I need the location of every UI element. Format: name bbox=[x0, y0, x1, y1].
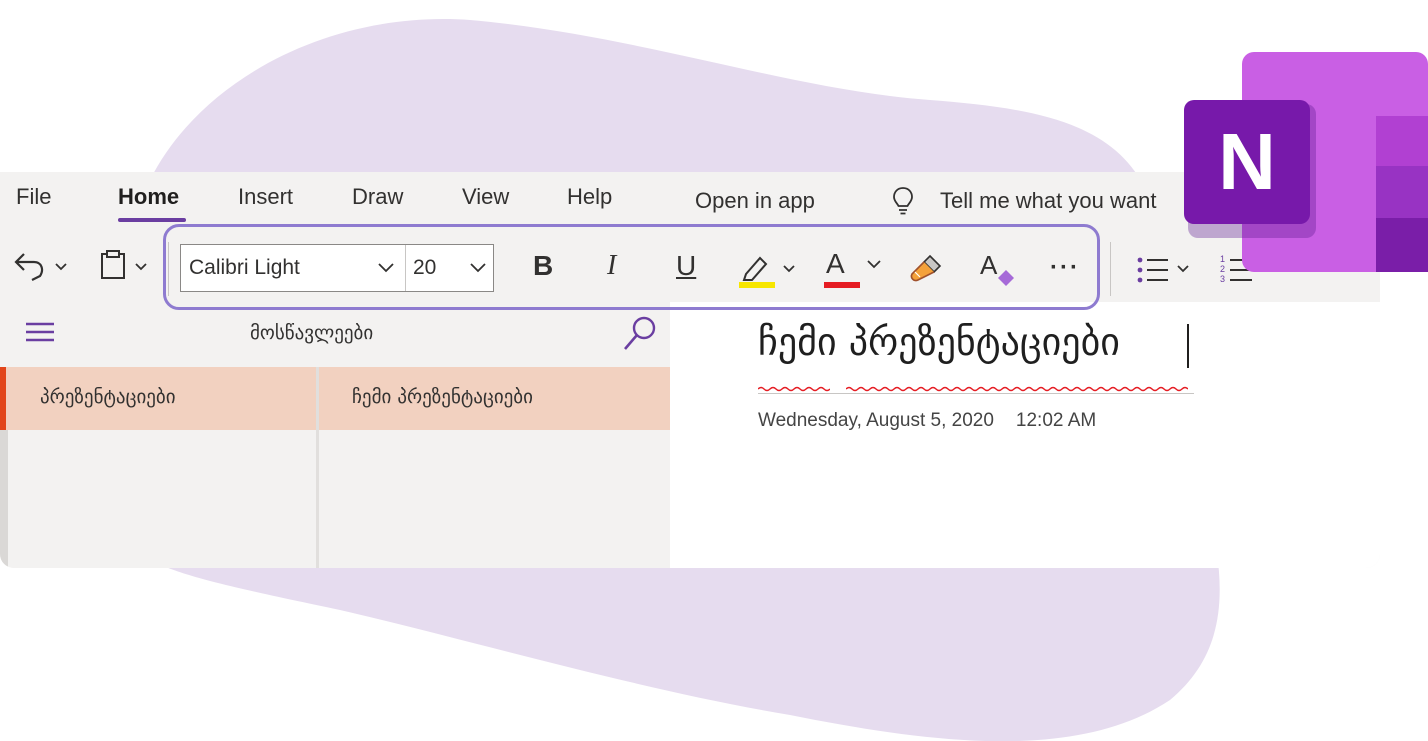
clipboard-icon[interactable] bbox=[96, 246, 158, 286]
section-color-marker bbox=[0, 367, 6, 430]
onenote-logo-letter: N bbox=[1218, 117, 1276, 206]
notebook-title[interactable]: მოსწავლეები bbox=[250, 322, 373, 344]
menu-bar: File Home Insert Draw View Help Open in … bbox=[0, 172, 1380, 228]
spellcheck-underline bbox=[758, 386, 830, 392]
active-tab-underline bbox=[118, 218, 186, 222]
onenote-window: File Home Insert Draw View Help Open in … bbox=[0, 172, 1380, 568]
toolbar-divider bbox=[1110, 242, 1111, 296]
search-icon[interactable] bbox=[620, 314, 660, 354]
menu-help[interactable]: Help bbox=[567, 184, 612, 210]
nav-header: მოსწავლეები bbox=[0, 302, 670, 366]
menu-insert[interactable]: Insert bbox=[238, 184, 293, 210]
spellcheck-underline bbox=[846, 386, 1188, 392]
open-in-app-button[interactable]: Open in app bbox=[695, 188, 815, 214]
text-caret bbox=[1187, 324, 1189, 368]
font-formatting-highlight bbox=[163, 224, 1100, 310]
page-date: Wednesday, August 5, 2020 bbox=[758, 410, 994, 431]
undo-icon[interactable] bbox=[10, 246, 70, 286]
hamburger-menu-icon[interactable] bbox=[24, 320, 56, 344]
page-label: ჩემი პრეზენტაციები bbox=[352, 386, 533, 408]
page-title[interactable]: ჩემი პრეზენტაციები bbox=[758, 320, 1120, 364]
menu-draw[interactable]: Draw bbox=[352, 184, 403, 210]
page-canvas[interactable]: ჩემი პრეზენტაციები Wednesday, August 5, … bbox=[670, 302, 1380, 568]
lightbulb-icon bbox=[893, 187, 913, 215]
tell-me-search[interactable]: Tell me what you want bbox=[940, 188, 1156, 214]
scroll-edge bbox=[0, 430, 8, 568]
title-rule bbox=[758, 393, 1194, 394]
page-timestamp: Wednesday, August 5, 2020 12:02 AM bbox=[758, 410, 1096, 432]
page-time: 12:02 AM bbox=[1015, 410, 1097, 431]
section-label: პრეზენტაციები bbox=[40, 386, 176, 408]
navigation-pane: მოსწავლეები პრეზენტაციები ჩემი პრეზენტაც… bbox=[0, 302, 670, 568]
menu-file[interactable]: File bbox=[16, 184, 51, 210]
menu-view[interactable]: View bbox=[462, 184, 509, 210]
pane-divider bbox=[316, 367, 319, 568]
menu-home[interactable]: Home bbox=[118, 184, 179, 210]
page-item[interactable]: ჩემი პრეზენტაციები bbox=[318, 367, 670, 430]
section-item[interactable]: პრეზენტაციები bbox=[0, 367, 318, 430]
